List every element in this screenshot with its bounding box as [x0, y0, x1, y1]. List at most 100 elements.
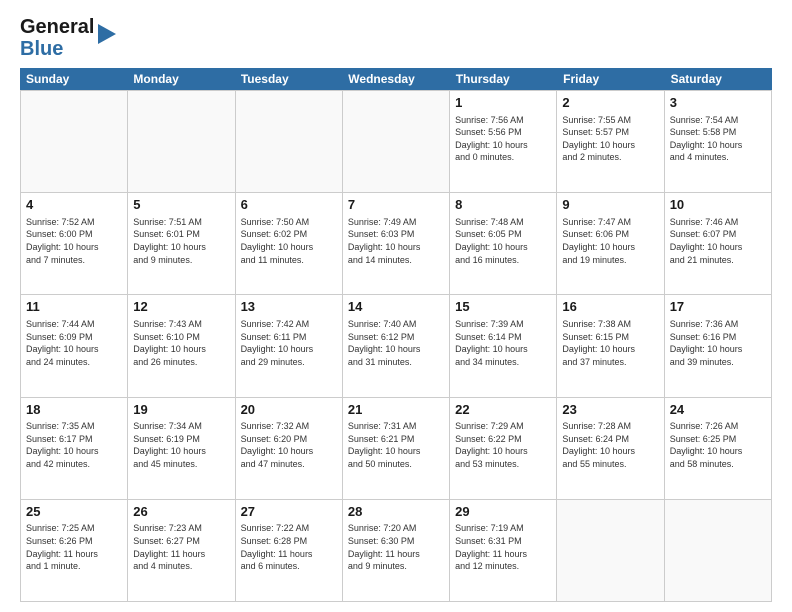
day-number: 25 [26, 503, 122, 521]
calendar-cell: 28Sunrise: 7:20 AM Sunset: 6:30 PM Dayli… [343, 500, 450, 601]
day-number: 18 [26, 401, 122, 419]
calendar-cell: 8Sunrise: 7:48 AM Sunset: 6:05 PM Daylig… [450, 193, 557, 294]
logo-arrow-icon [98, 24, 116, 44]
calendar-cell [236, 91, 343, 192]
calendar-header-cell: Saturday [665, 68, 772, 90]
day-number: 22 [455, 401, 551, 419]
day-info: Sunrise: 7:23 AM Sunset: 6:27 PM Dayligh… [133, 522, 229, 572]
day-info: Sunrise: 7:43 AM Sunset: 6:10 PM Dayligh… [133, 318, 229, 368]
calendar-cell [128, 91, 235, 192]
calendar-cell: 19Sunrise: 7:34 AM Sunset: 6:19 PM Dayli… [128, 398, 235, 499]
day-info: Sunrise: 7:32 AM Sunset: 6:20 PM Dayligh… [241, 420, 337, 470]
day-info: Sunrise: 7:26 AM Sunset: 6:25 PM Dayligh… [670, 420, 766, 470]
day-number: 4 [26, 196, 122, 214]
calendar-cell: 6Sunrise: 7:50 AM Sunset: 6:02 PM Daylig… [236, 193, 343, 294]
day-number: 12 [133, 298, 229, 316]
calendar-cell: 18Sunrise: 7:35 AM Sunset: 6:17 PM Dayli… [21, 398, 128, 499]
calendar-cell: 24Sunrise: 7:26 AM Sunset: 6:25 PM Dayli… [665, 398, 772, 499]
calendar-cell: 14 Sunrise: 7:40 AM Sunset: 6:12 PM Dayli… [343, 295, 450, 396]
day-info: Sunrise: 7:44 AM Sunset: 6:09 PM Dayligh… [26, 318, 122, 368]
calendar-cell: 5 Sunrise: 7:51 AM Sunset: 6:01 PM Daylig… [128, 193, 235, 294]
day-info: Sunrise: 7:22 AM Sunset: 6:28 PM Dayligh… [241, 522, 337, 572]
day-number: 2 [562, 94, 658, 112]
day-number: 1 [455, 94, 551, 112]
day-number: 23 [562, 401, 658, 419]
calendar-cell: 20Sunrise: 7:32 AM Sunset: 6:20 PM Dayli… [236, 398, 343, 499]
day-info: Sunrise: 7:36 AM Sunset: 6:16 PM Dayligh… [670, 318, 766, 368]
day-number: 26 [133, 503, 229, 521]
calendar-cell: 26Sunrise: 7:23 AM Sunset: 6:27 PM Dayli… [128, 500, 235, 601]
day-number: 14 [348, 298, 444, 316]
day-number: 24 [670, 401, 766, 419]
day-info: Sunrise: 7:55 AM Sunset: 5:57 PM Dayligh… [562, 114, 658, 164]
calendar-header-cell: Tuesday [235, 68, 342, 90]
day-info: Sunrise: 7:50 AM Sunset: 6:02 PM Dayligh… [241, 216, 337, 266]
day-number: 10 [670, 196, 766, 214]
day-info: Sunrise: 7:54 AM Sunset: 5:58 PM Dayligh… [670, 114, 766, 164]
day-info: Sunrise: 7:46 AM Sunset: 6:07 PM Dayligh… [670, 216, 766, 266]
day-info: Sunrise: 7:42 AM Sunset: 6:11 PM Dayligh… [241, 318, 337, 368]
calendar-cell [557, 500, 664, 601]
calendar-cell: 22Sunrise: 7:29 AM Sunset: 6:22 PM Dayli… [450, 398, 557, 499]
day-info: Sunrise: 7:28 AM Sunset: 6:24 PM Dayligh… [562, 420, 658, 470]
day-info: Sunrise: 7:29 AM Sunset: 6:22 PM Dayligh… [455, 420, 551, 470]
calendar-cell: 4 Sunrise: 7:52 AM Sunset: 6:00 PM Daylig… [21, 193, 128, 294]
calendar-cell: 2 Sunrise: 7:55 AM Sunset: 5:57 PM Daylig… [557, 91, 664, 192]
day-info: Sunrise: 7:40 AM Sunset: 6:12 PM Dayligh… [348, 318, 444, 368]
day-info: Sunrise: 7:35 AM Sunset: 6:17 PM Dayligh… [26, 420, 122, 470]
calendar-cell: 13 Sunrise: 7:42 AM Sunset: 6:11 PM Dayli… [236, 295, 343, 396]
calendar-header-cell: Thursday [450, 68, 557, 90]
day-number: 9 [562, 196, 658, 214]
day-info: Sunrise: 7:31 AM Sunset: 6:21 PM Dayligh… [348, 420, 444, 470]
calendar-row: 11 Sunrise: 7:44 AM Sunset: 6:09 PM Dayli… [20, 295, 772, 397]
calendar-cell: 7Sunrise: 7:49 AM Sunset: 6:03 PM Daylig… [343, 193, 450, 294]
day-info: Sunrise: 7:56 AM Sunset: 5:56 PM Dayligh… [455, 114, 551, 164]
calendar-cell: 12 Sunrise: 7:43 AM Sunset: 6:10 PM Dayli… [128, 295, 235, 396]
calendar-cell: 27Sunrise: 7:22 AM Sunset: 6:28 PM Dayli… [236, 500, 343, 601]
day-number: 13 [241, 298, 337, 316]
calendar-cell: 10 Sunrise: 7:46 AM Sunset: 6:07 PM Dayli… [665, 193, 772, 294]
day-info: Sunrise: 7:47 AM Sunset: 6:06 PM Dayligh… [562, 216, 658, 266]
calendar-cell: 3 Sunrise: 7:54 AM Sunset: 5:58 PM Daylig… [665, 91, 772, 192]
calendar-cell: 11 Sunrise: 7:44 AM Sunset: 6:09 PM Dayli… [21, 295, 128, 396]
day-number: 5 [133, 196, 229, 214]
day-number: 8 [455, 196, 551, 214]
day-number: 28 [348, 503, 444, 521]
day-number: 11 [26, 298, 122, 316]
day-number: 16 [562, 298, 658, 316]
calendar: SundayMondayTuesdayWednesdayThursdayFrid… [20, 68, 772, 602]
day-info: Sunrise: 7:34 AM Sunset: 6:19 PM Dayligh… [133, 420, 229, 470]
calendar-cell: 23Sunrise: 7:28 AM Sunset: 6:24 PM Dayli… [557, 398, 664, 499]
day-number: 29 [455, 503, 551, 521]
calendar-cell [665, 500, 772, 601]
day-info: Sunrise: 7:51 AM Sunset: 6:01 PM Dayligh… [133, 216, 229, 266]
day-info: Sunrise: 7:38 AM Sunset: 6:15 PM Dayligh… [562, 318, 658, 368]
calendar-header-cell: Friday [557, 68, 664, 90]
calendar-cell: 17 Sunrise: 7:36 AM Sunset: 6:16 PM Dayli… [665, 295, 772, 396]
calendar-cell: 16 Sunrise: 7:38 AM Sunset: 6:15 PM Dayli… [557, 295, 664, 396]
day-number: 3 [670, 94, 766, 112]
calendar-cell: 29Sunrise: 7:19 AM Sunset: 6:31 PM Dayli… [450, 500, 557, 601]
day-info: Sunrise: 7:19 AM Sunset: 6:31 PM Dayligh… [455, 522, 551, 572]
day-number: 20 [241, 401, 337, 419]
calendar-header-cell: Monday [127, 68, 234, 90]
calendar-row: 18Sunrise: 7:35 AM Sunset: 6:17 PM Dayli… [20, 398, 772, 500]
calendar-row: 1 Sunrise: 7:56 AM Sunset: 5:56 PM Daylig… [20, 90, 772, 193]
calendar-header: SundayMondayTuesdayWednesdayThursdayFrid… [20, 68, 772, 90]
day-info: Sunrise: 7:39 AM Sunset: 6:14 PM Dayligh… [455, 318, 551, 368]
calendar-cell: 25Sunrise: 7:25 AM Sunset: 6:26 PM Dayli… [21, 500, 128, 601]
calendar-cell: 1 Sunrise: 7:56 AM Sunset: 5:56 PM Daylig… [450, 91, 557, 192]
day-info: Sunrise: 7:20 AM Sunset: 6:30 PM Dayligh… [348, 522, 444, 572]
calendar-row: 4 Sunrise: 7:52 AM Sunset: 6:00 PM Daylig… [20, 193, 772, 295]
logo-general: General [20, 16, 94, 38]
calendar-row: 25Sunrise: 7:25 AM Sunset: 6:26 PM Dayli… [20, 500, 772, 602]
calendar-body: 1 Sunrise: 7:56 AM Sunset: 5:56 PM Daylig… [20, 90, 772, 602]
calendar-cell: 15Sunrise: 7:39 AM Sunset: 6:14 PM Dayli… [450, 295, 557, 396]
day-info: Sunrise: 7:52 AM Sunset: 6:00 PM Dayligh… [26, 216, 122, 266]
calendar-header-cell: Sunday [20, 68, 127, 90]
day-number: 27 [241, 503, 337, 521]
day-number: 7 [348, 196, 444, 214]
day-number: 21 [348, 401, 444, 419]
day-number: 17 [670, 298, 766, 316]
header: General Blue [20, 16, 772, 60]
